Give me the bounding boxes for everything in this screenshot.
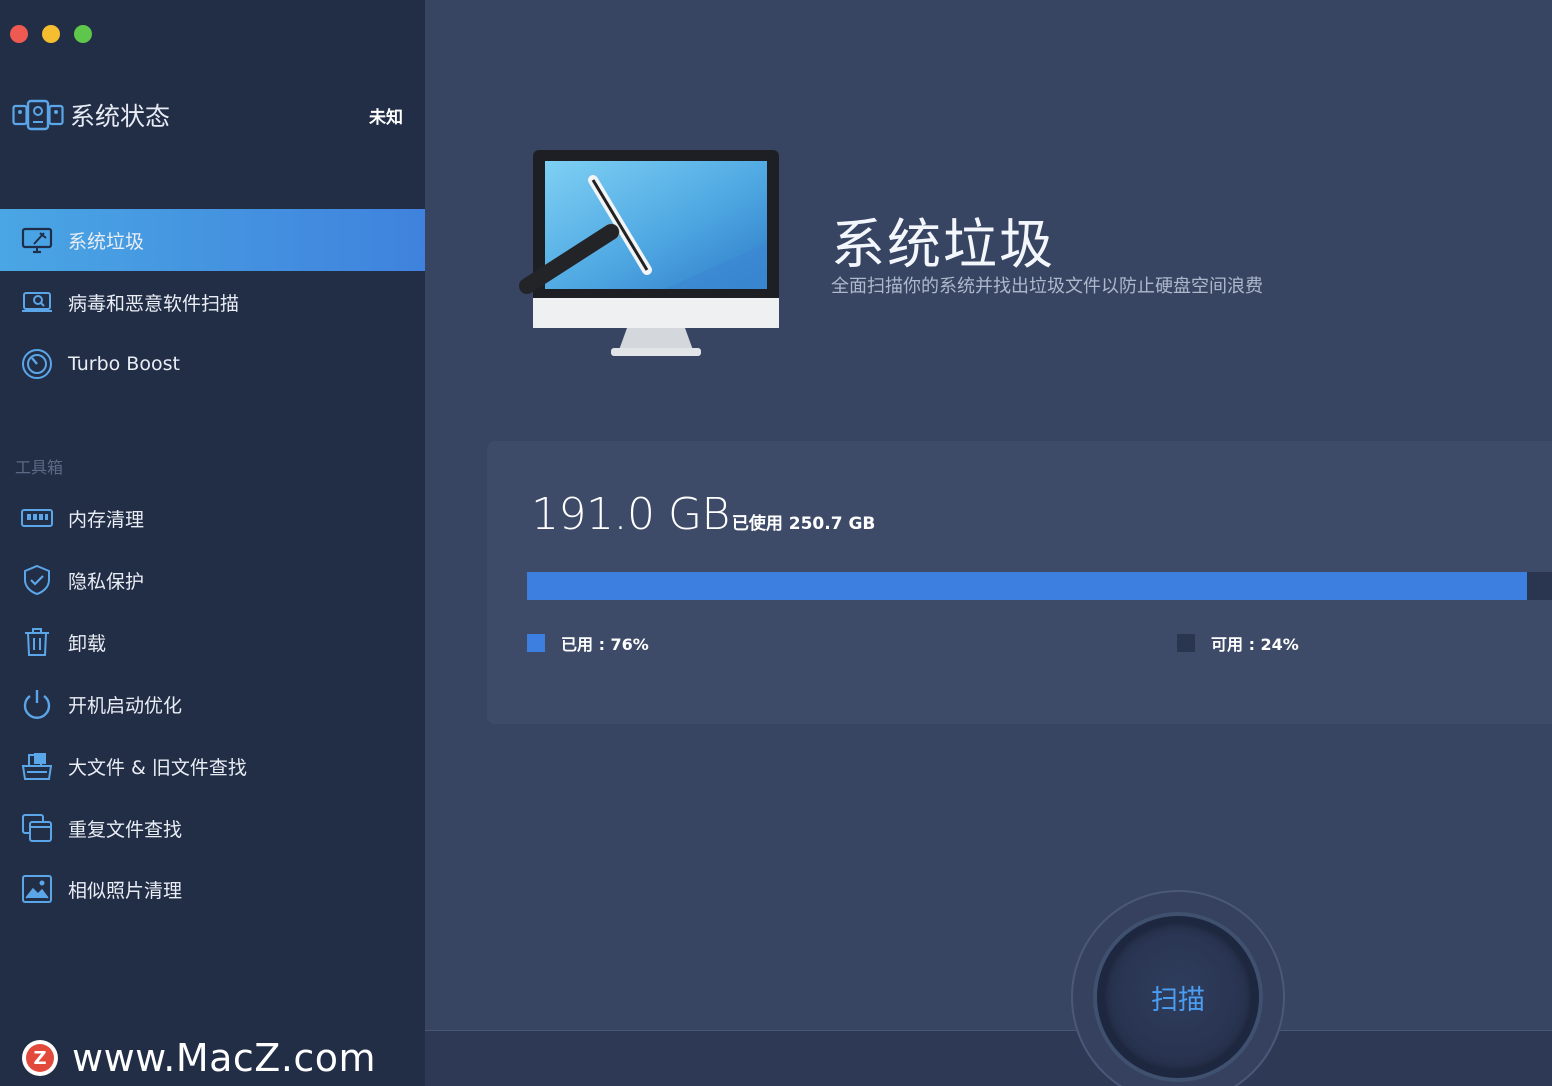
watermark-text: www.MacZ.com	[72, 1036, 377, 1080]
power-icon	[20, 687, 54, 721]
sidebar-item-label: 隐私保护	[68, 570, 145, 593]
legend-used-label: 已用 : 76%	[561, 635, 649, 654]
bottom-bar	[425, 1030, 1552, 1086]
zoom-button[interactable]	[74, 25, 92, 43]
memory-chip-icon	[20, 501, 54, 535]
system-status-icon	[12, 99, 64, 131]
scan-button[interactable]: 扫描	[1097, 916, 1259, 1078]
disk-usage-bar-fill	[527, 572, 1528, 600]
sidebar-item-privacy[interactable]: 隐私保护	[0, 549, 425, 611]
watermark-logo: Z	[22, 1040, 58, 1076]
page-title: 系统垃圾	[831, 213, 1055, 276]
sidebar-item-label: 卸载	[68, 632, 107, 655]
shield-check-icon	[20, 563, 54, 597]
disk-usage-bar	[527, 572, 1552, 600]
legend-used: 已用 : 76%	[527, 631, 649, 655]
sidebar-item-memory-clean[interactable]: 内存清理	[0, 487, 425, 549]
sidebar-item-label: 系统垃圾	[68, 230, 145, 253]
page-subtitle: 全面扫描你的系统并找出垃圾文件以防止硬盘空间浪费	[831, 276, 1263, 297]
used-swatch	[527, 634, 545, 652]
sidebar-item-uninstall[interactable]: 卸载	[0, 611, 425, 673]
system-status-title: 系统状态	[70, 102, 171, 131]
file-box-icon	[20, 749, 54, 783]
main-panel: 系统垃圾 全面扫描你的系统并找出垃圾文件以防止硬盘空间浪费 191.0 GB 已…	[425, 0, 1552, 1086]
speedometer-icon	[20, 347, 54, 381]
legend-free-label: 可用 : 24%	[1211, 635, 1299, 654]
sidebar-item-label: 内存清理	[68, 508, 145, 531]
monitor-broom-icon	[20, 223, 54, 257]
scan-monitor-icon	[20, 285, 54, 319]
sidebar-item-label: 病毒和恶意软件扫描	[68, 292, 240, 315]
sidebar-item-label: 开机启动优化	[68, 694, 183, 717]
sidebar-item-system-junk[interactable]: 系统垃圾	[0, 209, 425, 271]
sidebar-item-label: 大文件 & 旧文件查找	[68, 756, 247, 779]
window-controls	[10, 25, 92, 43]
sidebar-item-turbo-boost[interactable]: Turbo Boost	[0, 333, 425, 395]
close-button[interactable]	[10, 25, 28, 43]
minimize-button[interactable]	[42, 25, 60, 43]
sidebar-item-label: Turbo Boost	[68, 353, 180, 375]
disk-size: 191.0 GB 已使用 250.7 GB	[531, 489, 875, 540]
sidebar-item-large-files[interactable]: 大文件 & 旧文件查找	[0, 735, 425, 797]
legend-free: 可用 : 24%	[1177, 631, 1299, 655]
disk-total: 191.0 GB	[531, 489, 730, 540]
system-status-value: 未知	[369, 107, 403, 128]
free-swatch	[1177, 634, 1195, 652]
disk-used-label: 已使用 250.7 GB	[731, 514, 876, 534]
duplicate-files-icon	[20, 811, 54, 845]
disk-usage-card: 191.0 GB 已使用 250.7 GB 已用 : 76% 可用 : 24%	[487, 441, 1552, 724]
sidebar-item-startup[interactable]: 开机启动优化	[0, 673, 425, 735]
sidebar-item-duplicates[interactable]: 重复文件查找	[0, 797, 425, 859]
sidebar: 系统状态 未知 系统垃圾 病毒和恶意软件扫描 Turbo Boost 工具箱 内…	[0, 0, 425, 1086]
toolbox-section-label: 工具箱	[15, 458, 64, 477]
sidebar-item-similar-photos[interactable]: 相似照片清理	[0, 858, 425, 920]
watermark: Z www.MacZ.com	[22, 1036, 376, 1080]
sidebar-item-label: 重复文件查找	[68, 818, 183, 841]
system-status[interactable]: 系统状态 未知	[12, 90, 403, 140]
trash-icon	[20, 625, 54, 659]
photo-icon	[20, 872, 54, 906]
sidebar-item-malware-scan[interactable]: 病毒和恶意软件扫描	[0, 271, 425, 333]
imac-squeegee-illustration	[519, 150, 779, 356]
sidebar-item-label: 相似照片清理	[68, 879, 183, 902]
